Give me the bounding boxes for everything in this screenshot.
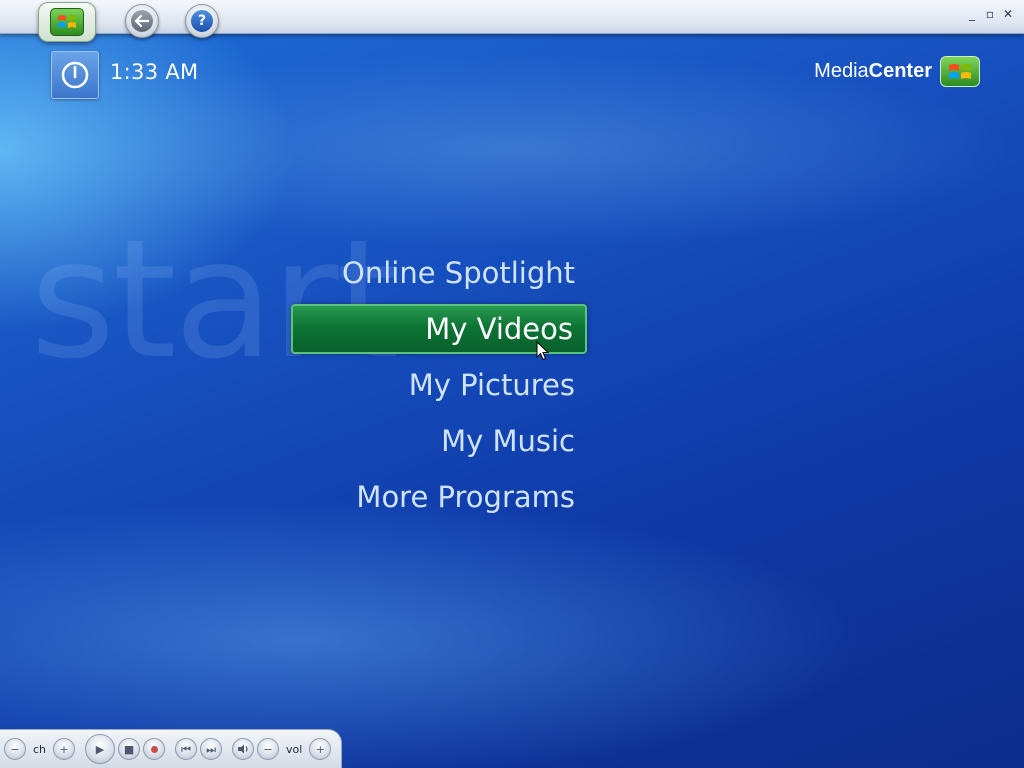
help-icon: ? <box>191 10 213 32</box>
clock: 1:33 AM <box>110 60 199 84</box>
minimize-button[interactable]: _ <box>966 6 978 22</box>
stop-button[interactable]: ■ <box>118 738 141 760</box>
menu-item-my-pictures[interactable]: My Pictures <box>291 360 587 410</box>
top-bar: ? _ ▫ ✕ <box>0 0 1024 42</box>
record-icon <box>150 745 158 753</box>
volume-up-button[interactable]: + <box>309 738 332 760</box>
start-menu: Online Spotlight My Videos My Pictures M… <box>291 248 587 528</box>
power-button[interactable] <box>51 51 99 99</box>
back-button[interactable] <box>125 4 159 38</box>
play-button[interactable]: ▶ <box>85 734 116 764</box>
record-button[interactable] <box>143 738 166 760</box>
menu-item-more-programs[interactable]: More Programs <box>291 472 587 522</box>
mouse-cursor-icon <box>536 341 550 361</box>
media-center-brand: MediaCenter <box>814 56 980 87</box>
help-button[interactable]: ? <box>185 4 219 38</box>
power-icon <box>61 61 89 89</box>
close-button[interactable]: ✕ <box>1002 6 1014 22</box>
back-arrow-icon <box>131 10 153 32</box>
skip-back-icon: ⏮ <box>181 742 191 756</box>
window-controls: _ ▫ ✕ <box>966 6 1014 22</box>
windows-logo-icon <box>50 8 84 36</box>
speaker-icon <box>238 744 248 754</box>
skip-forward-button[interactable]: ⏭ <box>200 738 223 760</box>
mute-button[interactable] <box>232 738 255 760</box>
stop-icon: ■ <box>123 742 135 756</box>
skip-back-button[interactable]: ⏮ <box>175 738 198 760</box>
transport-controls: − ch + ▶ ■ ⏮ ⏭ − vol + <box>0 729 342 768</box>
menu-item-online-spotlight[interactable]: Online Spotlight <box>291 248 587 298</box>
start-button[interactable] <box>38 2 96 42</box>
volume-label: vol <box>286 742 303 756</box>
restore-button[interactable]: ▫ <box>984 6 996 22</box>
menu-item-my-music[interactable]: My Music <box>291 416 587 466</box>
play-icon: ▶ <box>95 742 105 756</box>
brand-title: MediaCenter <box>814 60 932 82</box>
volume-down-button[interactable]: − <box>257 738 280 760</box>
channel-up-button[interactable]: + <box>53 738 76 760</box>
channel-down-button[interactable]: − <box>4 738 26 760</box>
channel-label: ch <box>33 742 47 756</box>
skip-forward-icon: ⏭ <box>206 742 216 756</box>
windows-logo-icon <box>940 56 980 87</box>
